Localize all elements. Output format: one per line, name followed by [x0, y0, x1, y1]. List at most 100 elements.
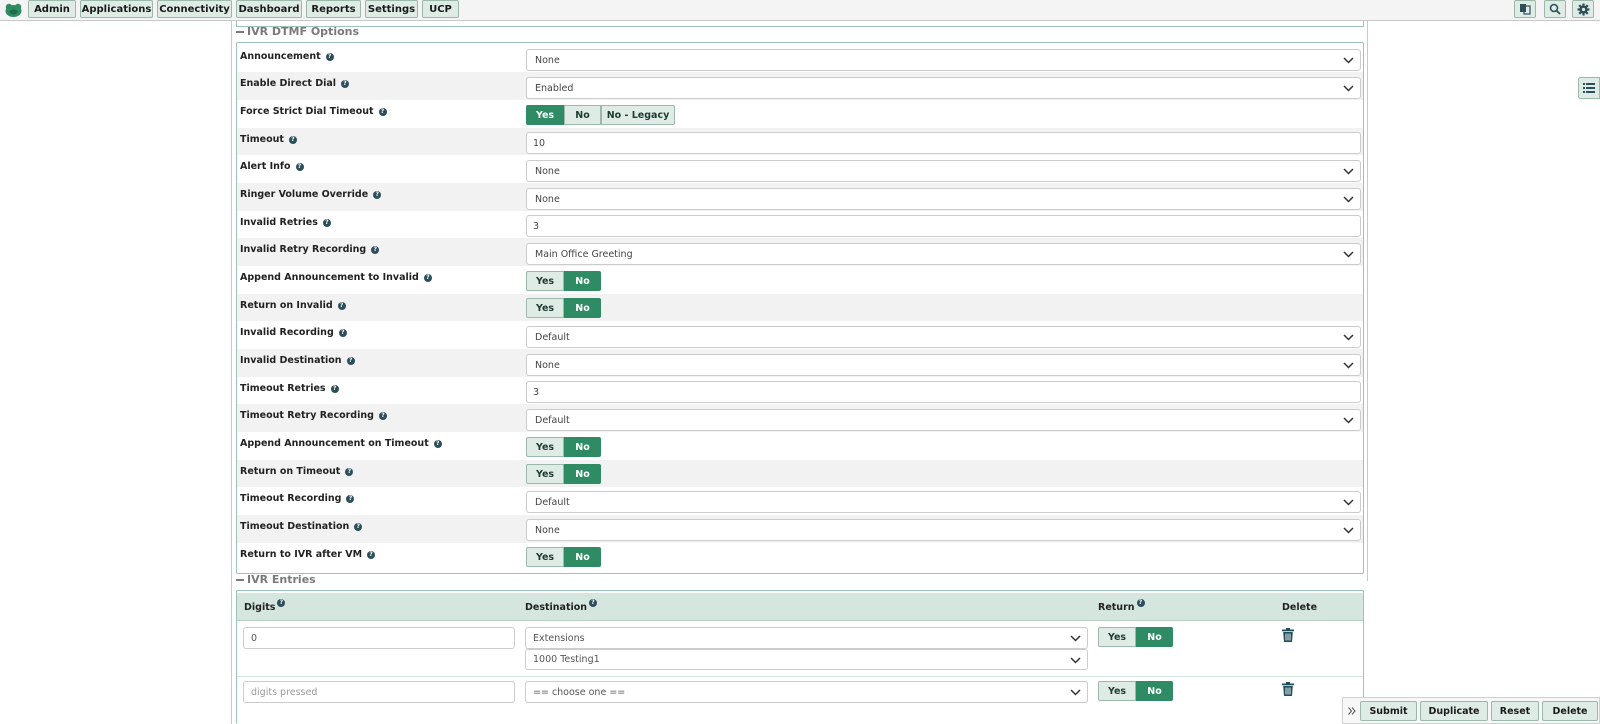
label-alert-info: Alert Info: [240, 161, 291, 172]
entry-digits-input[interactable]: digits pressed: [243, 681, 515, 703]
append-invalid-toggle: Yes No: [526, 271, 601, 291]
entry-digits-input[interactable]: 0: [243, 627, 515, 649]
timeout-input[interactable]: 10: [526, 132, 1361, 154]
help-icon[interactable]: ?: [433, 439, 442, 448]
entry-destination-sub-select[interactable]: 1000 Testing1: [525, 649, 1088, 670]
timeout-retry-recording-select[interactable]: Default: [526, 409, 1361, 431]
entry-destination-select[interactable]: == choose one ==: [525, 681, 1088, 703]
delete-button[interactable]: Delete: [1542, 701, 1598, 721]
append-timeout-no[interactable]: No: [564, 437, 601, 457]
help-icon[interactable]: ?: [345, 467, 354, 476]
invalid-retry-recording-select[interactable]: Main Office Greeting: [526, 243, 1361, 265]
help-icon[interactable]: ?: [346, 494, 355, 503]
entry-return-no[interactable]: No: [1136, 681, 1173, 701]
invalid-recording-select[interactable]: Default: [526, 326, 1361, 348]
entry-return-yes[interactable]: Yes: [1098, 681, 1136, 701]
return-timeout-yes[interactable]: Yes: [526, 464, 564, 484]
entry-destination-select[interactable]: Extensions: [525, 627, 1088, 649]
label-ringer-volume: Ringer Volume Override: [240, 189, 369, 200]
entries-table-header: Digits? Destination? Return? Delete: [237, 593, 1363, 621]
label-return-after-vm: Return to IVR after VM: [240, 549, 363, 560]
label-return-timeout: Return on Timeout: [240, 466, 341, 477]
help-icon[interactable]: ?: [423, 273, 432, 282]
timeout-recording-select[interactable]: Default: [526, 491, 1361, 513]
help-icon[interactable]: ?: [1136, 599, 1145, 607]
menu-settings[interactable]: Settings: [365, 0, 418, 18]
double-chevron-right-icon[interactable]: [1348, 707, 1356, 715]
search-button[interactable]: [1544, 0, 1566, 18]
section-title-dtmf[interactable]: IVR DTMF Options: [236, 25, 359, 38]
action-bar-toggle[interactable]: [1578, 77, 1600, 99]
timeout-destination-select[interactable]: None: [526, 519, 1361, 541]
submit-button[interactable]: Submit: [1360, 701, 1417, 721]
return-after-vm-toggle: Yes No: [526, 547, 601, 567]
append-invalid-yes[interactable]: Yes: [526, 271, 564, 291]
help-icon[interactable]: ?: [295, 162, 304, 171]
menu-ucp[interactable]: UCP: [422, 0, 459, 18]
ringer-volume-value: None: [535, 193, 560, 205]
help-icon[interactable]: ?: [277, 599, 286, 607]
chevron-down-icon: [1343, 417, 1354, 424]
help-icon[interactable]: ?: [330, 384, 339, 393]
help-icon[interactable]: ?: [325, 52, 334, 61]
help-icon[interactable]: ?: [346, 356, 355, 365]
invalid-recording-value: Default: [535, 331, 570, 343]
alert-info-select[interactable]: None: [526, 160, 1361, 182]
menu-connectivity[interactable]: Connectivity: [157, 0, 232, 18]
chevron-down-icon: [1343, 57, 1354, 64]
help-icon[interactable]: ?: [373, 190, 382, 199]
strict-timeout-no-legacy[interactable]: No - Legacy: [601, 105, 675, 125]
return-invalid-no[interactable]: No: [564, 298, 601, 318]
return-after-vm-yes[interactable]: Yes: [526, 547, 564, 567]
entry-return-yes[interactable]: Yes: [1098, 627, 1136, 647]
help-icon[interactable]: ?: [367, 550, 376, 559]
label-invalid-retry-recording: Invalid Retry Recording: [240, 244, 367, 255]
return-after-vm-no[interactable]: No: [564, 547, 601, 567]
help-icon[interactable]: ?: [341, 79, 350, 88]
invalid-destination-value: None: [535, 359, 560, 371]
strict-timeout-no[interactable]: No: [564, 105, 601, 125]
direct-dial-select[interactable]: Enabled: [526, 77, 1361, 99]
entry-return-no[interactable]: No: [1136, 627, 1173, 647]
header-digits: Digits?: [244, 599, 286, 613]
help-icon[interactable]: ?: [338, 328, 347, 337]
append-invalid-no[interactable]: No: [564, 271, 601, 291]
menu-admin[interactable]: Admin: [28, 0, 76, 18]
append-timeout-toggle: Yes No: [526, 437, 601, 457]
language-button[interactable]: [1514, 0, 1536, 18]
help-icon[interactable]: ?: [288, 135, 297, 144]
trash-icon[interactable]: [1282, 682, 1294, 696]
strict-timeout-yes[interactable]: Yes: [526, 105, 564, 125]
settings-button[interactable]: [1572, 0, 1594, 18]
help-icon[interactable]: ?: [354, 522, 363, 531]
reset-button[interactable]: Reset: [1491, 701, 1539, 721]
freepbx-logo-icon[interactable]: [4, 2, 23, 18]
append-timeout-yes[interactable]: Yes: [526, 437, 564, 457]
row-return-after-vm: Return to IVR after VM?: [237, 543, 1363, 571]
help-icon[interactable]: ?: [371, 245, 380, 254]
label-strict-timeout: Force Strict Dial Timeout: [240, 106, 374, 117]
trash-icon[interactable]: [1282, 628, 1294, 642]
invalid-retries-input[interactable]: 3: [526, 215, 1361, 237]
help-icon[interactable]: ?: [337, 301, 346, 310]
invalid-destination-select[interactable]: None: [526, 354, 1361, 376]
chevron-down-icon: [1343, 168, 1354, 175]
entry-destination-value: Extensions: [533, 632, 585, 644]
timeout-retries-input[interactable]: 3: [526, 381, 1361, 403]
help-icon[interactable]: ?: [322, 218, 331, 227]
duplicate-button[interactable]: Duplicate: [1420, 701, 1488, 721]
ringer-volume-select[interactable]: None: [526, 188, 1361, 210]
page-border-right: [1367, 21, 1368, 581]
help-icon[interactable]: ?: [378, 411, 387, 420]
label-timeout: Timeout: [240, 134, 284, 145]
help-icon[interactable]: ?: [589, 599, 598, 607]
header-destination: Destination?: [525, 599, 598, 613]
section-title-entries[interactable]: IVR Entries: [236, 573, 316, 586]
return-invalid-yes[interactable]: Yes: [526, 298, 564, 318]
menu-dashboard[interactable]: Dashboard: [236, 0, 302, 18]
return-timeout-no[interactable]: No: [564, 464, 601, 484]
menu-applications[interactable]: Applications: [80, 0, 153, 18]
help-icon[interactable]: ?: [378, 107, 387, 116]
announcement-select[interactable]: None: [526, 49, 1361, 71]
menu-reports[interactable]: Reports: [306, 0, 361, 18]
